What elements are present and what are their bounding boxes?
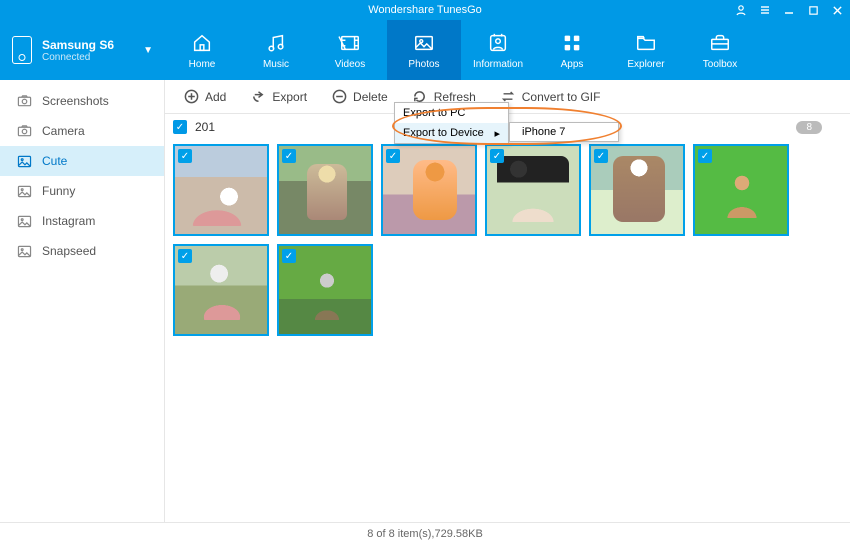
export-button[interactable]: Export (240, 85, 317, 109)
chevron-down-icon: ▼ (143, 45, 153, 56)
nav-label: Videos (335, 59, 365, 70)
nav-information[interactable]: Information (461, 20, 535, 80)
device-name: Samsung S6 (42, 38, 114, 52)
sidebar-item-label: Snapseed (42, 244, 96, 258)
nav-photos[interactable]: Photos (387, 20, 461, 80)
photo-thumbnail[interactable]: ✓ (173, 244, 269, 336)
nav-toolbox[interactable]: Toolbox (683, 20, 757, 80)
export-to-pc-item[interactable]: Export to PC (395, 103, 508, 123)
plus-icon (183, 89, 199, 105)
sidebar-item-cute[interactable]: Cute (0, 146, 164, 176)
minimize-icon[interactable] (782, 3, 796, 17)
apps-icon (560, 31, 584, 55)
sidebar-item-instagram[interactable]: Instagram (0, 206, 164, 236)
sidebar-item-screenshots[interactable]: Screenshots (0, 86, 164, 116)
cute-icon (16, 153, 32, 169)
nav-label: Explorer (627, 59, 664, 70)
sidebar-item-funny[interactable]: Funny (0, 176, 164, 206)
photo-thumbnail[interactable]: ✓ (693, 144, 789, 236)
close-icon[interactable] (830, 3, 844, 17)
menu-icon[interactable] (758, 3, 772, 17)
topbar: Samsung S6 Connected ▼ Home Music Videos Ph… (0, 20, 850, 80)
sidebar-item-label: Funny (42, 184, 75, 198)
export-to-device-item[interactable]: Export to Device▸ (395, 123, 508, 143)
chevron-right-icon: ▸ (494, 127, 500, 140)
photo-thumbnail[interactable]: ✓ (589, 144, 685, 236)
toolbox-icon (708, 31, 732, 55)
minus-icon (331, 89, 347, 105)
photo-thumbnail[interactable]: ✓ (277, 144, 373, 236)
videos-icon (338, 31, 362, 55)
nav-home[interactable]: Home (165, 20, 239, 80)
thumb-checkbox[interactable]: ✓ (594, 149, 608, 163)
nav-label: Toolbox (703, 59, 737, 70)
sidebar-item-snapseed[interactable]: Snapseed (0, 236, 164, 266)
add-label: Add (205, 90, 226, 104)
phone-icon (12, 36, 32, 64)
app-title: Wondershare TunesGo (368, 4, 482, 16)
thumb-checkbox[interactable]: ✓ (386, 149, 400, 163)
device-selector[interactable]: Samsung S6 Connected ▼ (0, 20, 165, 80)
nav-explorer[interactable]: Explorer (609, 20, 683, 80)
gif-label: Convert to GIF (522, 90, 601, 104)
information-icon (486, 31, 510, 55)
export-label: Export (272, 90, 307, 104)
delete-button[interactable]: Delete (321, 85, 398, 109)
camera-icon (16, 123, 32, 139)
export-device-submenu-item[interactable]: iPhone 7 (509, 122, 619, 142)
sidebar-item-label: Screenshots (42, 94, 109, 108)
thumb-checkbox[interactable]: ✓ (282, 149, 296, 163)
export-dropdown: Export to PC Export to Device▸ (394, 102, 509, 144)
thumbnail-grid: ✓ ✓ ✓ ✓ ✓ ✓ ✓ ✓ (165, 140, 850, 340)
photos-icon (412, 31, 436, 55)
status-text: 8 of 8 item(s),729.58KB (367, 528, 483, 540)
instagram-icon (16, 213, 32, 229)
sidebar-item-label: Cute (42, 154, 67, 168)
titlebar: Wondershare TunesGo (0, 0, 850, 20)
explorer-icon (634, 31, 658, 55)
group-count: 8 (796, 121, 822, 134)
nav-label: Music (263, 59, 289, 70)
snapseed-icon (16, 243, 32, 259)
group-date: 201 (195, 120, 215, 134)
screenshots-icon (16, 93, 32, 109)
maximize-icon[interactable] (806, 3, 820, 17)
nav-apps[interactable]: Apps (535, 20, 609, 80)
statusbar: 8 of 8 item(s),729.58KB (0, 522, 850, 544)
content: Add Export Delete Refresh Convert to GIF… (165, 80, 850, 522)
thumb-checkbox[interactable]: ✓ (178, 149, 192, 163)
sidebar: Screenshots Camera Cute Funny Instagram Snaps… (0, 80, 165, 522)
funny-icon (16, 183, 32, 199)
sidebar-item-label: Instagram (42, 214, 95, 228)
thumb-checkbox[interactable]: ✓ (698, 149, 712, 163)
photo-thumbnail[interactable]: ✓ (381, 144, 477, 236)
group-checkbox[interactable]: ✓ (173, 120, 187, 134)
music-icon (264, 31, 288, 55)
photo-thumbnail[interactable]: ✓ (485, 144, 581, 236)
export-icon (250, 89, 266, 105)
thumb-checkbox[interactable]: ✓ (178, 249, 192, 263)
sidebar-item-label: Camera (42, 124, 85, 138)
nav-music[interactable]: Music (239, 20, 313, 80)
home-icon (190, 31, 214, 55)
device-status: Connected (42, 52, 114, 63)
nav-label: Apps (561, 59, 584, 70)
photo-thumbnail[interactable]: ✓ (277, 244, 373, 336)
nav-videos[interactable]: Videos (313, 20, 387, 80)
thumb-checkbox[interactable]: ✓ (490, 149, 504, 163)
sidebar-item-camera[interactable]: Camera (0, 116, 164, 146)
user-icon[interactable] (734, 3, 748, 17)
delete-label: Delete (353, 90, 388, 104)
add-button[interactable]: Add (173, 85, 236, 109)
nav-label: Information (473, 59, 523, 70)
thumb-checkbox[interactable]: ✓ (282, 249, 296, 263)
photo-thumbnail[interactable]: ✓ (173, 144, 269, 236)
nav-label: Photos (408, 59, 439, 70)
nav-label: Home (189, 59, 216, 70)
